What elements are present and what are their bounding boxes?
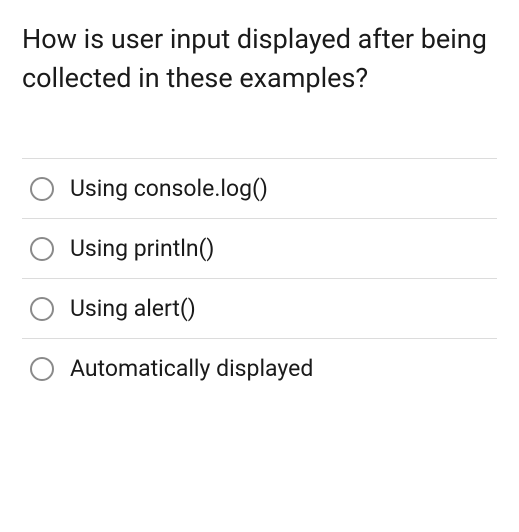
option-1[interactable]: Using println() <box>22 218 497 278</box>
option-0[interactable]: Using console.log() <box>22 158 497 218</box>
option-3[interactable]: Automatically displayed <box>22 338 497 398</box>
option-2[interactable]: Using alert() <box>22 278 497 338</box>
option-label: Automatically displayed <box>70 355 313 382</box>
radio-icon <box>30 297 54 321</box>
radio-icon <box>30 177 54 201</box>
option-label: Using println() <box>70 235 214 262</box>
option-label: Using alert() <box>70 295 196 322</box>
question-text: How is user input displayed after being … <box>22 20 497 98</box>
radio-icon <box>30 357 54 381</box>
options-group: Using console.log() Using println() Usin… <box>22 158 497 398</box>
radio-icon <box>30 237 54 261</box>
option-label: Using console.log() <box>70 175 268 202</box>
